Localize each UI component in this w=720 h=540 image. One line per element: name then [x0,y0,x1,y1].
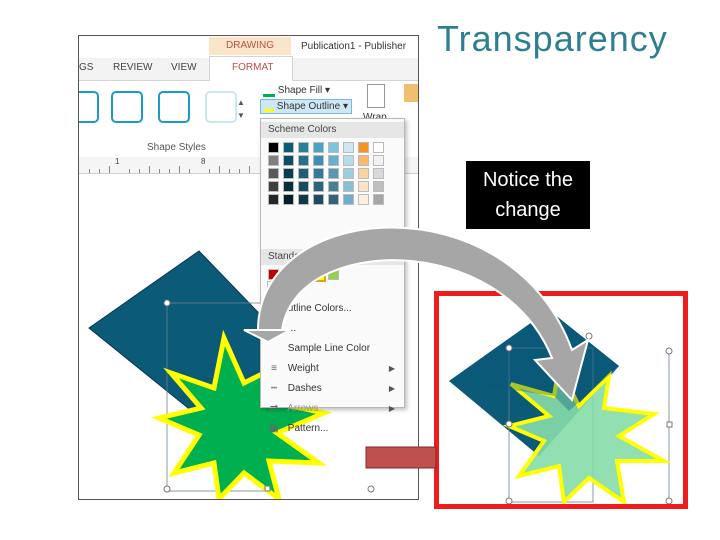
curved-arrow-tail [243,329,291,344]
red-block-arrow [365,446,437,469]
curved-arrow [256,226,590,403]
annotation-arrows [243,226,590,469]
